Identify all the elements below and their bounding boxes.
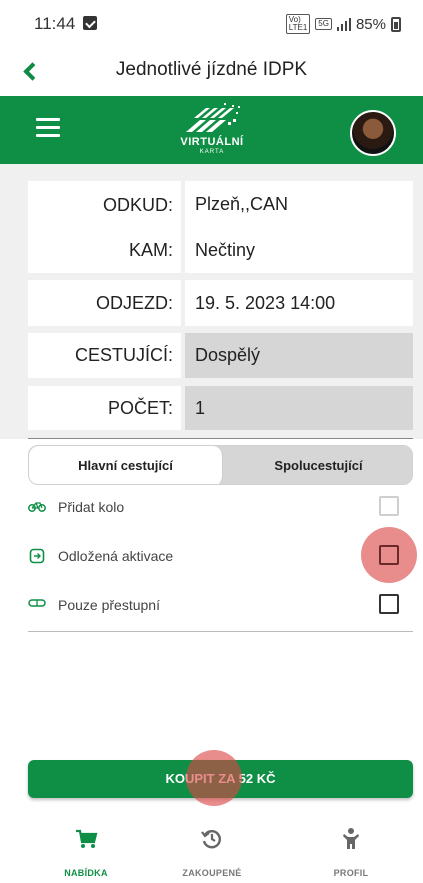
option-delayed-activation-label: Odložená aktivace: [58, 548, 174, 564]
nav-offer[interactable]: NABÍDKA: [36, 815, 136, 883]
count-field: 1: [185, 386, 413, 430]
buy-button-touch-ripple: [186, 750, 242, 806]
status-bar: 11:44 Vo) LTE1 5G 85%: [0, 0, 423, 46]
battery-icon: [391, 16, 401, 32]
nav-purchased[interactable]: ZAKOUPENÉ: [162, 815, 262, 883]
nav-offer-label: NABÍDKA: [64, 868, 108, 878]
volte-badge: Vo) LTE1: [285, 14, 311, 34]
profile-avatar[interactable]: [350, 110, 396, 156]
option-add-bike-label: Přidat kolo: [58, 499, 125, 515]
page-title: Jednotlivé jízdné IDPK: [115, 59, 308, 80]
logo-graphic-icon: [186, 103, 240, 132]
virtualni-karta-logo: VIRTUÁLNÍ KARTA: [172, 102, 252, 158]
to-label: KAM:: [128, 240, 173, 260]
lte-text: LTE1: [288, 23, 308, 32]
title-bar: Jednotlivé jízdné IDPK: [0, 46, 423, 94]
nav-profile-label: PROFIL: [333, 868, 369, 878]
nav-purchased-label: ZAKOUPENÉ: [182, 868, 242, 878]
status-indicators: Vo) LTE1 5G 85%: [285, 14, 401, 34]
cart-icon: [76, 829, 98, 848]
option-delayed-activation[interactable]: Odložená aktivace: [28, 527, 417, 583]
battery-percent: 85%: [355, 15, 386, 33]
option-transfer-only[interactable]: Pouze přestupní: [28, 588, 413, 624]
add-bike-checkbox[interactable]: [379, 496, 399, 516]
passenger-label: CESTUJÍCÍ:: [28, 333, 181, 378]
from-field[interactable]: Plzeň,,CAN: [185, 181, 413, 227]
passenger-field: Dospělý: [185, 333, 413, 378]
tab-main-passenger[interactable]: Hlavní cestující: [29, 446, 223, 484]
passenger-tabs: Hlavní cestující Spolucestující: [28, 445, 413, 485]
bottom-navigation: NABÍDKA ZAKOUPENÉ PROFIL: [0, 815, 423, 883]
departure-label: ODJEZD:: [28, 280, 181, 326]
form-divider: [28, 438, 413, 439]
history-icon: [201, 830, 221, 849]
option-transfer-only-label: Pouze přestupní: [58, 597, 160, 613]
transfer-only-checkbox[interactable]: [379, 594, 399, 614]
delayed-activation-icon: [28, 548, 46, 564]
tab-co-passenger[interactable]: Spolucestující: [223, 446, 412, 484]
delayed-activation-checkbox[interactable]: [379, 545, 399, 565]
transfer-icon: [28, 597, 46, 613]
signal-icon: [336, 17, 351, 31]
status-time: 11:44: [34, 14, 76, 33]
logo-text: VIRTUÁLNÍ: [180, 136, 244, 148]
nav-profile[interactable]: PROFIL: [301, 815, 401, 883]
logo-subtext: KARTA: [199, 149, 225, 155]
options-divider: [28, 631, 413, 632]
count-label: POČET:: [28, 386, 181, 430]
option-add-bike[interactable]: Přidat kolo: [28, 490, 413, 526]
bicycle-icon: [28, 499, 46, 515]
to-field[interactable]: Nečtiny: [185, 227, 413, 273]
notification-icon: [83, 16, 97, 30]
person-icon: [343, 828, 359, 849]
network-type-badge: 5G: [315, 18, 332, 30]
departure-field[interactable]: 19. 5. 2023 14:00: [185, 280, 413, 326]
hamburger-menu-icon[interactable]: [36, 118, 60, 138]
